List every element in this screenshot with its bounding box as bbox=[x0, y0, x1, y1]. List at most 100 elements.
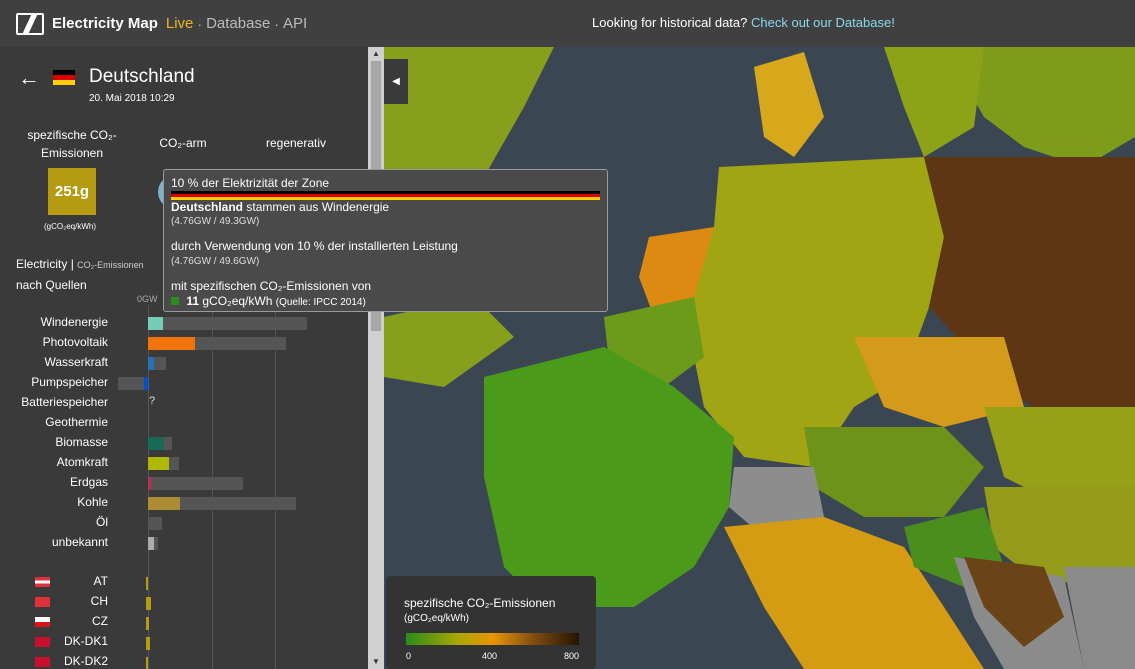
logo[interactable]: Electricity Map bbox=[16, 12, 166, 35]
production-row[interactable]: Batteriespeicher? bbox=[0, 392, 368, 412]
tooltip-line1-post: stammen aus Windenergie bbox=[246, 200, 390, 214]
scroll-down-icon[interactable]: ▼ bbox=[372, 657, 380, 666]
production-unknown-value: ? bbox=[149, 395, 156, 407]
production-bar[interactable] bbox=[148, 337, 195, 350]
production-row-label: Öl bbox=[96, 515, 108, 529]
exchange-row[interactable]: CH bbox=[0, 592, 368, 612]
country-flag-icon bbox=[35, 597, 50, 607]
exchange-row[interactable]: AT bbox=[0, 572, 368, 592]
country-flag-icon bbox=[35, 577, 50, 587]
production-row-label: Kohle bbox=[77, 495, 108, 509]
nav-separator: · bbox=[197, 15, 203, 32]
production-bar[interactable] bbox=[148, 317, 164, 330]
production-bar[interactable] bbox=[148, 437, 164, 450]
tooltip-zone: Deutschland bbox=[171, 200, 244, 214]
breakdown-title-separator: | bbox=[70, 257, 74, 271]
chevron-left-icon: ◀ bbox=[392, 76, 400, 87]
tooltip-line1-pre: 10 % der Elektrizität der Zone bbox=[171, 176, 330, 190]
exchange-row-label: CZ bbox=[92, 614, 108, 628]
renewable-label: regenerativ bbox=[265, 136, 327, 150]
database-link[interactable]: Check out our Database! bbox=[751, 15, 895, 30]
scroll-up-icon[interactable]: ▲ bbox=[372, 49, 380, 58]
exchange-row[interactable]: CZ bbox=[0, 612, 368, 632]
legend-title: spezifische CO₂-Emissionen bbox=[404, 596, 556, 610]
production-bar[interactable] bbox=[148, 457, 169, 470]
panel-scrollbar[interactable]: ▲ ▼ bbox=[368, 47, 384, 669]
nav-api-link[interactable]: API bbox=[283, 15, 307, 32]
exchange-bar[interactable] bbox=[146, 617, 149, 630]
capacity-bar bbox=[148, 317, 307, 330]
legend-unit: (gCO₂eq/kWh) bbox=[404, 613, 470, 624]
production-row-label: unbekannt bbox=[51, 535, 108, 549]
tooltip-source: (Quelle: IPCC 2014) bbox=[275, 297, 366, 308]
legend-color-bar bbox=[406, 633, 579, 645]
exchange-bar[interactable] bbox=[146, 577, 149, 590]
co2-intensity-unit: (gCO₂eq/kWh) bbox=[44, 222, 97, 231]
tooltip-co2-value: 11 bbox=[186, 294, 200, 308]
historical-data-text: Looking for historical data? bbox=[592, 15, 748, 30]
production-tooltip: 10 % der Elektrizität der Zone Deutschla… bbox=[163, 169, 608, 312]
production-row-label: Geothermie bbox=[45, 415, 108, 429]
production-row[interactable]: Geothermie bbox=[0, 412, 368, 432]
exchange-row-label: CH bbox=[90, 594, 108, 608]
zone-details-panel: ← Deutschland 20. Mai 2018 10:29 spezifi… bbox=[0, 47, 368, 669]
capacity-bar bbox=[148, 517, 162, 530]
production-row-label: Biomasse bbox=[55, 435, 108, 449]
exchange-bar[interactable] bbox=[146, 657, 148, 669]
production-row-label: Pumpspeicher bbox=[31, 375, 108, 389]
legend-min: 0 bbox=[406, 651, 412, 661]
back-arrow-icon[interactable]: ← bbox=[18, 65, 40, 91]
production-row[interactable]: Erdgas bbox=[0, 472, 368, 492]
logo-icon bbox=[16, 12, 44, 35]
exchange-row-label: DK-DK1 bbox=[63, 634, 108, 648]
tooltip-co2-unit: gCO₂eq/kWh bbox=[202, 294, 273, 308]
production-row[interactable]: Windenergie bbox=[0, 312, 368, 332]
exchange-row[interactable]: DK-DK2 bbox=[0, 652, 368, 669]
axis-zero-label: 0GW bbox=[137, 294, 158, 304]
production-row[interactable]: Atomkraft bbox=[0, 452, 368, 472]
exchange-bar[interactable] bbox=[146, 597, 151, 610]
production-row[interactable]: Wasserkraft bbox=[0, 352, 368, 372]
production-row-label: Windenergie bbox=[40, 315, 108, 329]
production-row[interactable]: Photovoltaik bbox=[0, 332, 368, 352]
production-bar[interactable] bbox=[144, 377, 148, 390]
zone-datetime: 20. Mai 2018 10:29 bbox=[89, 93, 175, 104]
exchange-row[interactable]: DK-DK1 bbox=[0, 632, 368, 652]
legend-mid: 400 bbox=[482, 651, 498, 661]
production-row[interactable]: Öl bbox=[0, 512, 368, 532]
zone-name: Deutschland bbox=[89, 66, 195, 87]
production-row[interactable]: Pumpspeicher bbox=[0, 372, 368, 392]
production-row-label: Photovoltaik bbox=[42, 335, 108, 349]
production-bar[interactable] bbox=[148, 497, 180, 510]
co2-intensity-value: 251g bbox=[48, 168, 96, 215]
co2-label-line2: Emissionen bbox=[40, 146, 104, 160]
top-bar: Electricity Map Live · Database · API Lo… bbox=[0, 0, 1135, 47]
country-flag-icon bbox=[35, 637, 50, 647]
production-row[interactable]: Biomasse bbox=[0, 432, 368, 452]
germany-flag-icon bbox=[53, 70, 75, 85]
tooltip-line3: mit spezifischen CO₂-Emissionen von bbox=[171, 279, 372, 293]
tooltip-line2: durch Verwendung von 10 % der installier… bbox=[171, 239, 458, 253]
tooltip-line1-sub: (4.76GW / 49.3GW) bbox=[171, 216, 260, 227]
exchange-row-label: DK-DK2 bbox=[63, 654, 108, 668]
historical-data-message: Looking for historical data? Check out o… bbox=[592, 15, 895, 30]
production-bar[interactable] bbox=[148, 357, 154, 370]
production-row-label: Batteriespeicher bbox=[21, 395, 108, 409]
breakdown-title-main[interactable]: Electricity bbox=[16, 257, 67, 271]
breakdown-title-co2-toggle[interactable]: CO₂-Emissionen bbox=[77, 260, 144, 270]
production-bar[interactable] bbox=[148, 477, 152, 490]
nav-database-link[interactable]: Database bbox=[206, 15, 270, 32]
collapse-panel-button[interactable]: ◀ bbox=[384, 59, 408, 104]
exchange-bar[interactable] bbox=[146, 637, 150, 650]
breakdown-title: Electricity | CO₂-Emissionen nach Quelle… bbox=[16, 254, 144, 295]
co2-legend: spezifische CO₂-Emissionen (gCO₂eq/kWh) … bbox=[386, 576, 596, 669]
production-bar[interactable] bbox=[148, 537, 155, 550]
nav-live-link[interactable]: Live bbox=[166, 15, 194, 32]
production-row[interactable]: unbekannt bbox=[0, 532, 368, 552]
production-row[interactable]: Kohle bbox=[0, 492, 368, 512]
country-flag-icon bbox=[35, 617, 50, 627]
production-row-label: Erdgas bbox=[69, 475, 108, 489]
breakdown-title-line2: nach Quellen bbox=[16, 278, 87, 292]
co2-label-line1: spezifische CO₂- bbox=[27, 128, 117, 142]
nav-separator: · bbox=[274, 15, 279, 32]
